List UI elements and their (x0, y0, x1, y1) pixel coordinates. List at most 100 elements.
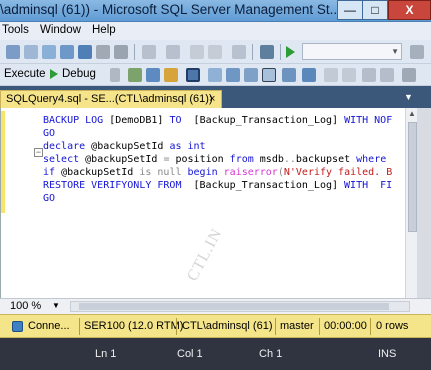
vertical-scroll-thumb[interactable] (408, 122, 417, 232)
estimated-plan-icon[interactable] (146, 68, 160, 82)
code-token: WITH FI (344, 180, 393, 191)
results-to-file-icon[interactable] (302, 68, 316, 82)
document-tabstrip: SQLQuery4.sql - SE...(CTL\adminsql (61))… (0, 86, 431, 108)
zoom-row: 100 % ▼ (0, 298, 431, 314)
char-number: Ch 1 (259, 348, 283, 360)
decrease-indent-icon[interactable] (362, 68, 376, 82)
close-button[interactable]: X (388, 0, 431, 20)
activity-monitor-icon[interactable] (260, 45, 274, 59)
code-token: msdb (259, 154, 284, 165)
debug-button[interactable]: Debug (62, 68, 96, 80)
results-to-text-icon[interactable] (262, 68, 276, 82)
code-line: GO (43, 192, 55, 205)
tab-sqlquery4[interactable]: SQLQuery4.sql - SE...(CTL\adminsql (61))… (0, 90, 222, 108)
editor-gutter (1, 108, 29, 298)
specify-values-icon[interactable] (402, 68, 416, 82)
results-to-grid-icon[interactable] (282, 68, 296, 82)
new-file-icon[interactable] (24, 45, 38, 59)
insert-mode: INS (378, 348, 397, 360)
code-token: WITH NOF (344, 115, 393, 126)
code-token: [Backup_Transaction_Log] (193, 115, 345, 126)
horizontal-scrollbar[interactable] (70, 301, 410, 312)
mdx-icon[interactable] (60, 45, 74, 59)
tab-menu-chevron-icon[interactable]: ▼ (404, 92, 413, 102)
minimize-button[interactable]: — (337, 0, 363, 20)
code-line: RESTORE VERIFYONLY FROM [Backup_Transact… (43, 179, 392, 192)
horizontal-scroll-thumb[interactable] (79, 303, 389, 310)
column-number: Col 1 (177, 348, 203, 360)
code-token: GO (43, 128, 56, 139)
code-line: BACKUP LOG [DemoDB1] TO [Backup_Transact… (43, 114, 392, 127)
code-token: @backupSetId (91, 141, 170, 152)
code-token: raiserror (223, 167, 278, 178)
start-icon[interactable] (286, 46, 295, 58)
actual-plan-icon[interactable] (226, 68, 240, 82)
code-token: .. (283, 154, 296, 165)
menu-help[interactable]: Help (92, 24, 116, 36)
code-token: GO (43, 193, 56, 204)
zoom-dropdown-icon[interactable]: ▼ (52, 301, 60, 310)
connected-icon (12, 321, 23, 332)
undo-icon[interactable] (142, 45, 156, 59)
code-line: select @backupSetId = position from msdb… (43, 153, 386, 166)
navigate-forward-icon[interactable] (208, 45, 222, 59)
cancel-query-icon[interactable] (110, 68, 120, 82)
find-icon[interactable] (410, 45, 424, 59)
editor-right-margin (417, 108, 431, 298)
comment-icon[interactable] (324, 68, 338, 82)
dmx-icon[interactable] (78, 45, 92, 59)
increase-indent-icon[interactable] (380, 68, 394, 82)
window-title: \adminsql (61)) - Microsoft SQL Server M… (0, 2, 341, 17)
code-token: where (356, 154, 387, 165)
code-token: declare (43, 141, 92, 152)
code-line: declare @backupSetId as int (43, 140, 206, 153)
code-token: TO (169, 115, 194, 126)
debug-target-icon[interactable] (232, 45, 246, 59)
code-token: if (43, 167, 62, 178)
query-options-icon[interactable] (186, 68, 200, 82)
cut-icon[interactable] (114, 45, 128, 59)
code-token: select (43, 154, 86, 165)
query-editor[interactable]: − BACKUP LOG [DemoDB1] TO [Backup_Transa… (0, 108, 431, 298)
code-token: @backupSetId (85, 154, 164, 165)
sql-icon[interactable] (42, 45, 56, 59)
execute-button[interactable]: Execute (4, 68, 46, 80)
parse-icon[interactable] (128, 68, 142, 82)
menu-window[interactable]: Window (40, 24, 81, 36)
code-line: if @backupSetId is null begin raiserror(… (43, 166, 392, 179)
code-token: as int (169, 141, 206, 152)
new-query-icon[interactable] (6, 45, 20, 59)
code-token: @backupSetId (61, 167, 140, 178)
server-name: SER100 (12.0 RTM) (84, 320, 184, 332)
intellisense-icon[interactable] (208, 68, 222, 82)
changed-lines-marker (1, 111, 5, 213)
navigate-back-icon[interactable] (190, 45, 204, 59)
tab-label: SQLQuery4.sql - SE...(CTL\adminsql (61)) (6, 93, 213, 105)
solution-config-dropdown[interactable]: ▼ (302, 43, 402, 60)
uncomment-icon[interactable] (342, 68, 356, 82)
line-number: Ln 1 (95, 348, 117, 360)
scroll-up-icon[interactable]: ▲ (408, 109, 416, 118)
zoom-level[interactable]: 100 % (10, 300, 41, 312)
row-count: 0 rows (376, 320, 409, 332)
maximize-button[interactable]: □ (362, 0, 388, 20)
code-token: = (163, 154, 176, 165)
menu-bar: Tools Window Help (0, 22, 431, 40)
collapse-toggle-icon[interactable]: − (34, 148, 43, 157)
query-designer-icon[interactable] (164, 68, 178, 82)
query-status-bar: Conne... SER100 (12.0 RTM) CTL\adminsql … (0, 314, 431, 338)
menu-tools[interactable]: Tools (2, 24, 29, 36)
code-line: GO (43, 127, 55, 140)
watermark: CTL.IN (184, 225, 226, 284)
xmla-icon[interactable] (96, 45, 110, 59)
tab-close-icon[interactable]: × (209, 93, 215, 105)
debug-play-icon (50, 69, 58, 79)
redo-icon[interactable] (166, 45, 180, 59)
connection-status: Conne... (28, 320, 70, 332)
code-token: [Backup_Transaction_Log] (193, 180, 345, 191)
standard-toolbar: ▼ (0, 40, 431, 64)
sql-editor-toolbar: Execute Debug (0, 64, 431, 86)
code-token: backupset (295, 154, 357, 165)
user-name: CTL\adminsql (61) (182, 320, 273, 332)
client-statistics-icon[interactable] (244, 68, 258, 82)
